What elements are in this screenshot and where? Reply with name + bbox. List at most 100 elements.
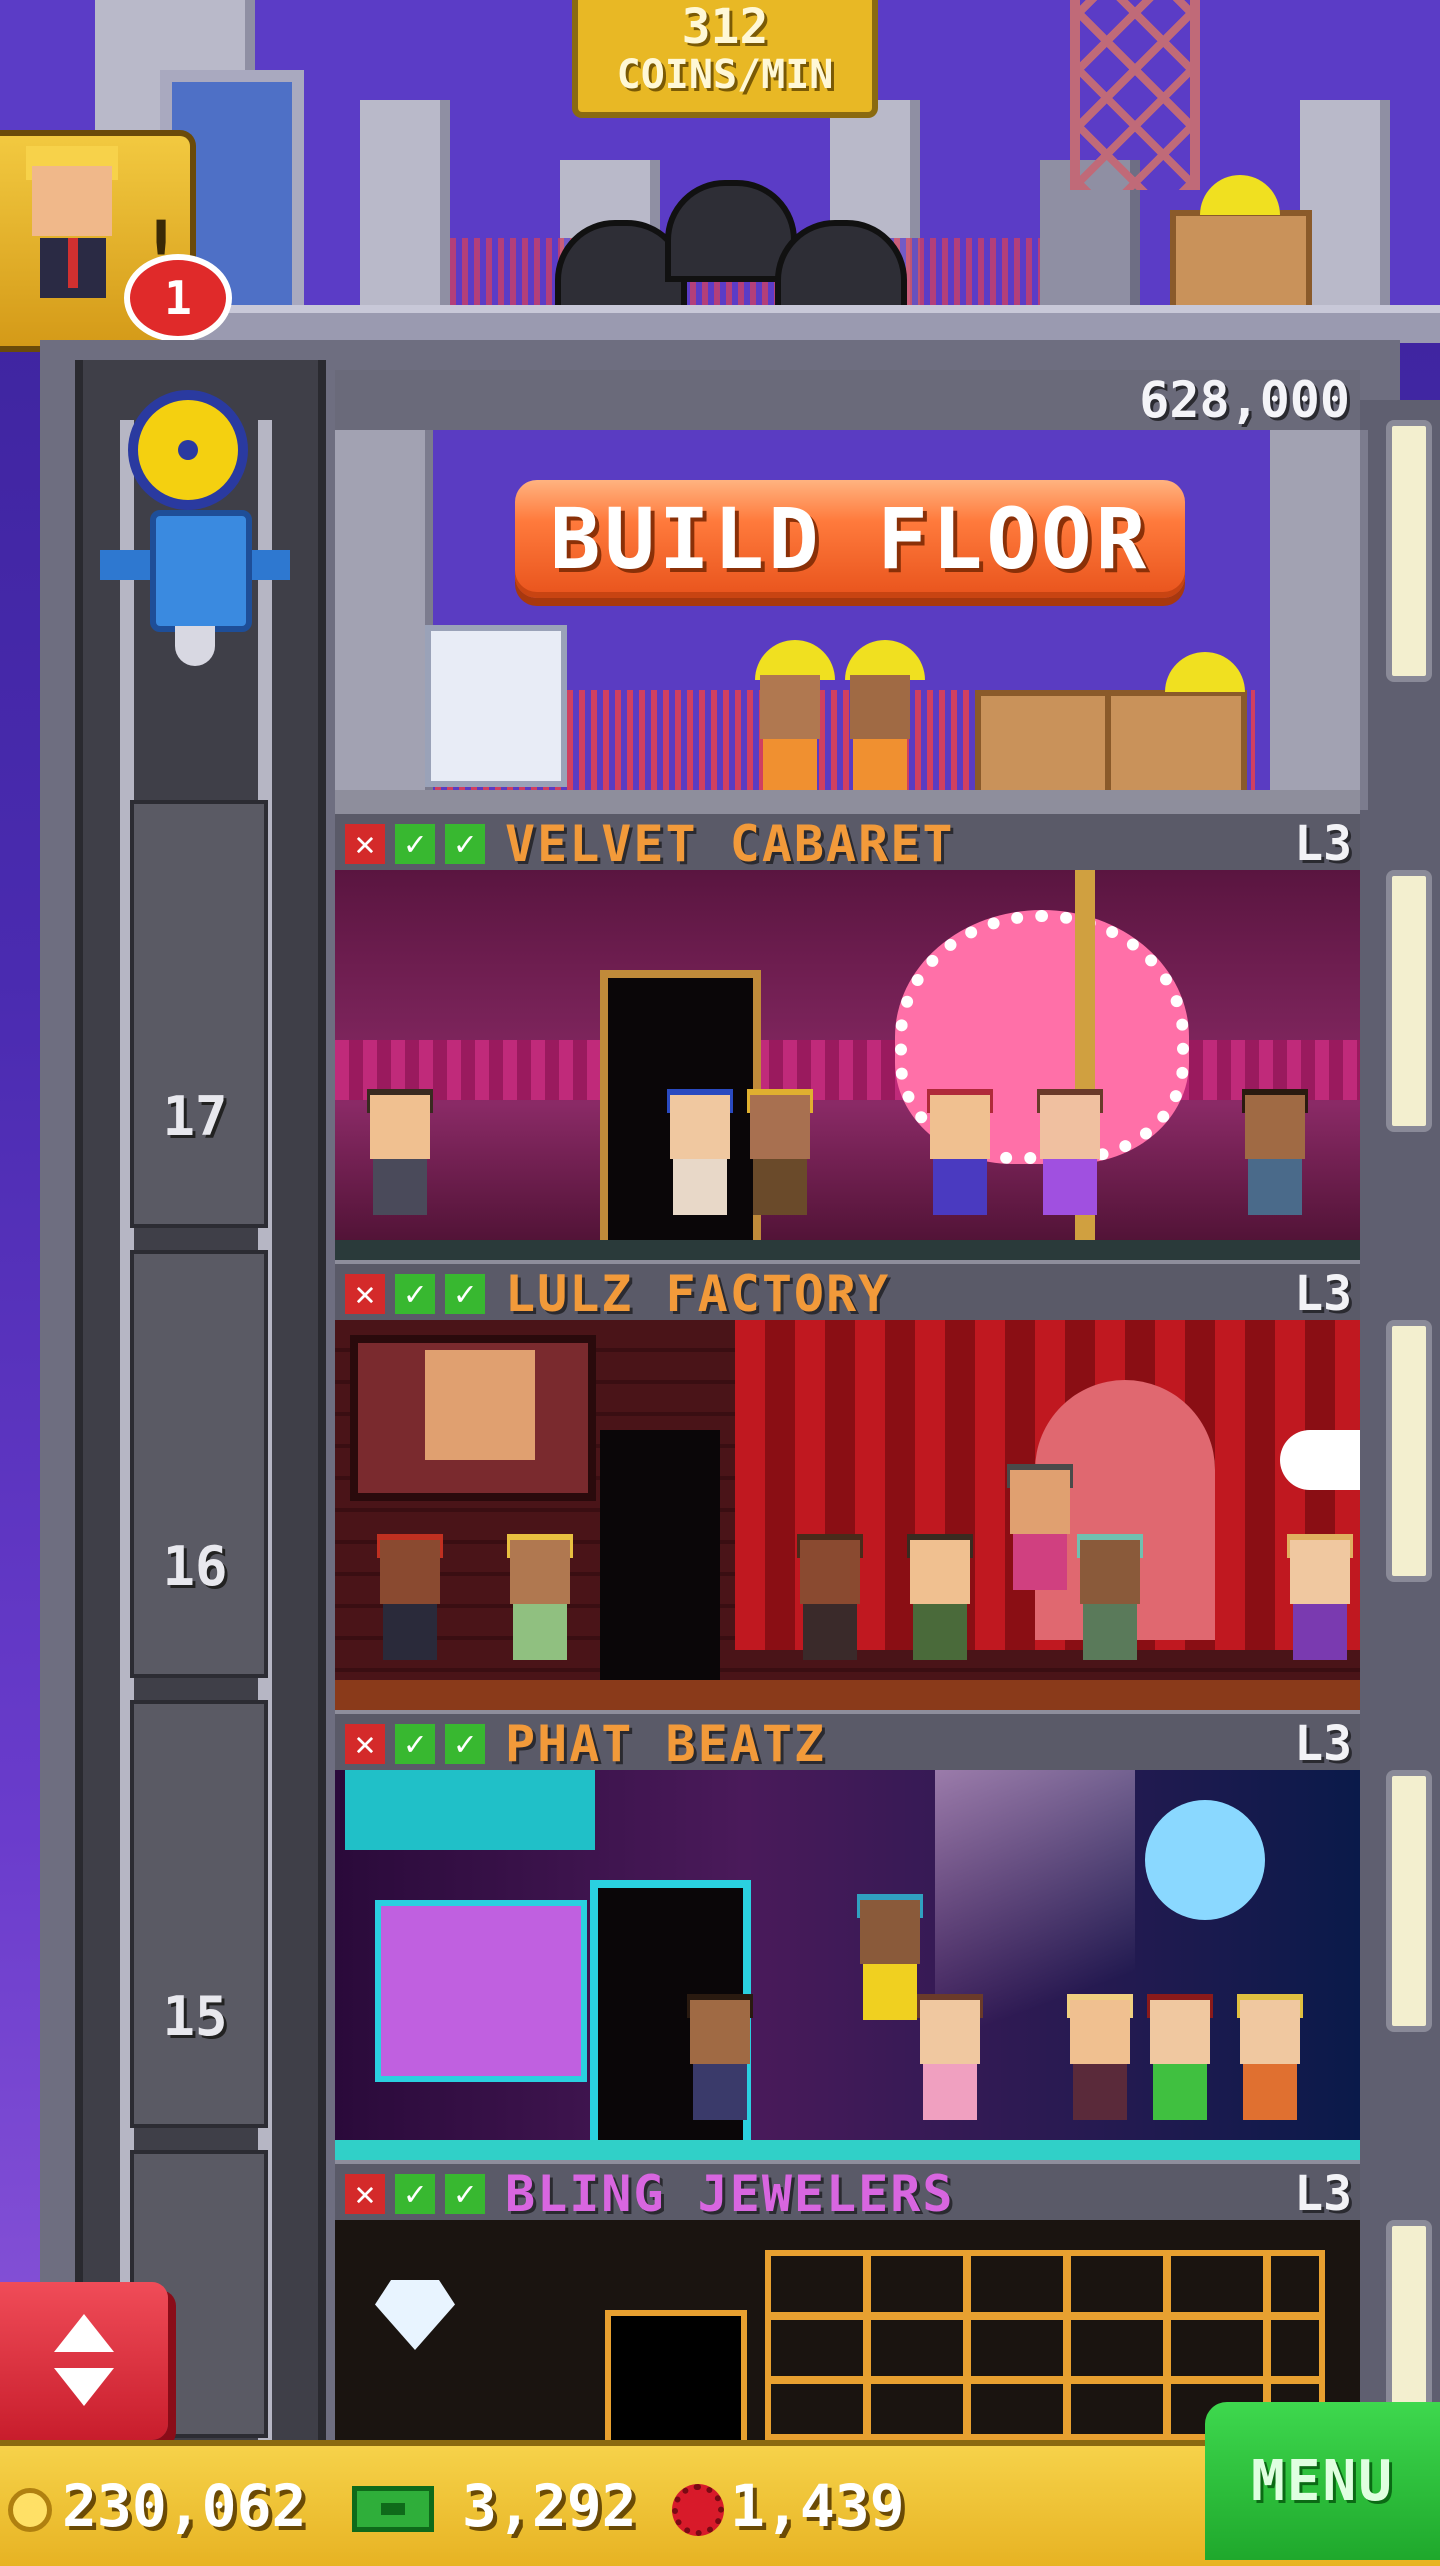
bitizen	[1035, 1089, 1105, 1245]
bux-icon	[352, 2486, 434, 2532]
build-pillar	[1270, 430, 1368, 810]
floor-name: VELVET CABARET	[505, 815, 955, 873]
bitizen	[925, 1089, 995, 1245]
bitizen	[375, 1534, 445, 1690]
coins-per-min-value: 312	[681, 0, 769, 55]
elevator-control-button[interactable]	[0, 2282, 168, 2440]
floor-header: ✕ ✓ ✓ BLING JEWELERS L3	[335, 2160, 1360, 2224]
roof-block	[360, 100, 450, 310]
floor-phat-beatz[interactable]: ✕ ✓ ✓ PHAT BEATZ L3	[335, 1710, 1360, 2160]
floor-scene	[335, 870, 1360, 1260]
bitizen	[795, 1534, 865, 1690]
floor-scene	[335, 1320, 1360, 1710]
elevator-car[interactable]	[100, 390, 290, 690]
floor-lulz-factory[interactable]: ✕ ✓ ✓ LULZ FACTORY L3	[335, 1260, 1360, 1710]
menu-button[interactable]: MENU	[1205, 2402, 1440, 2560]
stock-full-icon: ✓	[395, 824, 435, 864]
bux-value: 3,292	[462, 2472, 637, 2540]
stock-full-icon: ✓	[395, 1724, 435, 1764]
bitizen	[685, 1994, 755, 2150]
bitizen	[1285, 1534, 1355, 1690]
bitizen	[745, 1089, 815, 1245]
roof-block	[1300, 100, 1390, 310]
coins-value: 230,062	[62, 2472, 307, 2540]
floor-bling-jewelers[interactable]: ✕ ✓ ✓ BLING JEWELERS L3	[335, 2160, 1360, 2440]
stock-empty-icon: ✕	[345, 2174, 385, 2214]
elevator-hoist	[150, 510, 252, 632]
elevator-wheel-icon	[128, 390, 248, 510]
stock-full-icon: ✓	[445, 1724, 485, 1764]
hard-hat-icon	[1200, 175, 1280, 215]
bitizen	[915, 1994, 985, 2150]
supply-crate	[975, 690, 1117, 802]
arrow-down-icon	[54, 2368, 114, 2406]
stock-empty-icon: ✕	[345, 824, 385, 864]
vip-button[interactable]: ! 1	[0, 130, 232, 352]
hard-hat-icon	[845, 640, 925, 680]
supply-crate	[1105, 690, 1247, 802]
arrow-up-icon	[54, 2314, 114, 2352]
floor-velvet-cabaret[interactable]: ✕ ✓ ✓ VELVET CABARET L3	[335, 810, 1360, 1260]
stock-empty-icon: ✕	[345, 1724, 385, 1764]
floor-level: L3	[1294, 1716, 1352, 1772]
wall-lamp	[1386, 1770, 1432, 2032]
bitizen	[1005, 1464, 1075, 1620]
build-floor-strip	[335, 790, 1360, 810]
floor-level: L3	[1294, 1266, 1352, 1322]
floor-number-17: 17	[162, 1085, 228, 1148]
floor-level: L3	[1294, 816, 1352, 872]
stock-full-icon: ✓	[395, 2174, 435, 2214]
bitizen	[1075, 1534, 1145, 1690]
coins-per-min-label: COINS/MIN	[616, 52, 834, 98]
wall-lamp	[1386, 870, 1432, 1132]
material-stack	[425, 625, 567, 787]
bitizen	[1240, 1089, 1310, 1245]
coin-icon	[8, 2488, 52, 2532]
floor-name: BLING JEWELERS	[505, 2165, 955, 2223]
floor-header: ✕ ✓ ✓ LULZ FACTORY L3	[335, 1260, 1360, 1324]
floor-name: LULZ FACTORY	[505, 1265, 891, 1323]
disco-ball-icon	[1145, 1800, 1265, 1920]
construction-crane	[1070, 0, 1200, 190]
coins-per-min-banner: 312 COINS/MIN	[572, 0, 878, 118]
build-floor-area: 628,000 BUILD FLOOR	[335, 370, 1368, 810]
bitizen	[365, 1089, 435, 1245]
stock-empty-icon: ✕	[345, 1274, 385, 1314]
notification-badge: 1	[124, 254, 232, 342]
build-floor-button[interactable]: BUILD FLOOR	[515, 480, 1185, 598]
shaft-floor-17	[130, 800, 268, 1228]
dj-booth	[375, 1900, 587, 2082]
bitizen	[665, 1089, 735, 1245]
speech-bubble	[1280, 1430, 1360, 1490]
gems-value: 1,439	[730, 2472, 905, 2540]
floor-header: ✕ ✓ ✓ VELVET CABARET L3	[335, 810, 1360, 874]
floor-header: ✕ ✓ ✓ PHAT BEATZ L3	[335, 1710, 1360, 1774]
build-floor-price: 628,000	[1139, 371, 1350, 429]
roof-floor	[40, 305, 1440, 343]
hard-hat-icon	[1165, 652, 1245, 692]
shaft-floor-16	[130, 1250, 268, 1678]
diamond-icon	[375, 2280, 455, 2350]
bitizen	[905, 1534, 975, 1690]
bitizen-vip-icon	[32, 166, 112, 236]
stock-full-icon: ✓	[445, 824, 485, 864]
wall-lamp	[1386, 2220, 1432, 2432]
elevator-hook-icon	[175, 626, 215, 666]
floor-door	[600, 1430, 720, 1710]
bitizen	[505, 1534, 575, 1690]
wall-lamp	[1386, 420, 1432, 682]
wall-lamp	[1386, 1320, 1432, 1582]
bitizen	[1235, 1994, 1305, 2150]
floor-level: L3	[1294, 2166, 1352, 2222]
gem-icon	[672, 2484, 724, 2536]
bitizen	[1065, 1994, 1135, 2150]
stock-full-icon: ✓	[395, 1274, 435, 1314]
floor-door	[605, 2310, 747, 2440]
vip-tie	[68, 238, 78, 288]
hard-hat-icon	[755, 640, 835, 680]
floor-number-16: 16	[162, 1535, 228, 1598]
bitizen	[1145, 1994, 1215, 2150]
floor-number-15: 15	[162, 1985, 228, 2048]
floor-scene	[335, 1770, 1360, 2160]
build-floor-header: 628,000	[335, 370, 1360, 430]
